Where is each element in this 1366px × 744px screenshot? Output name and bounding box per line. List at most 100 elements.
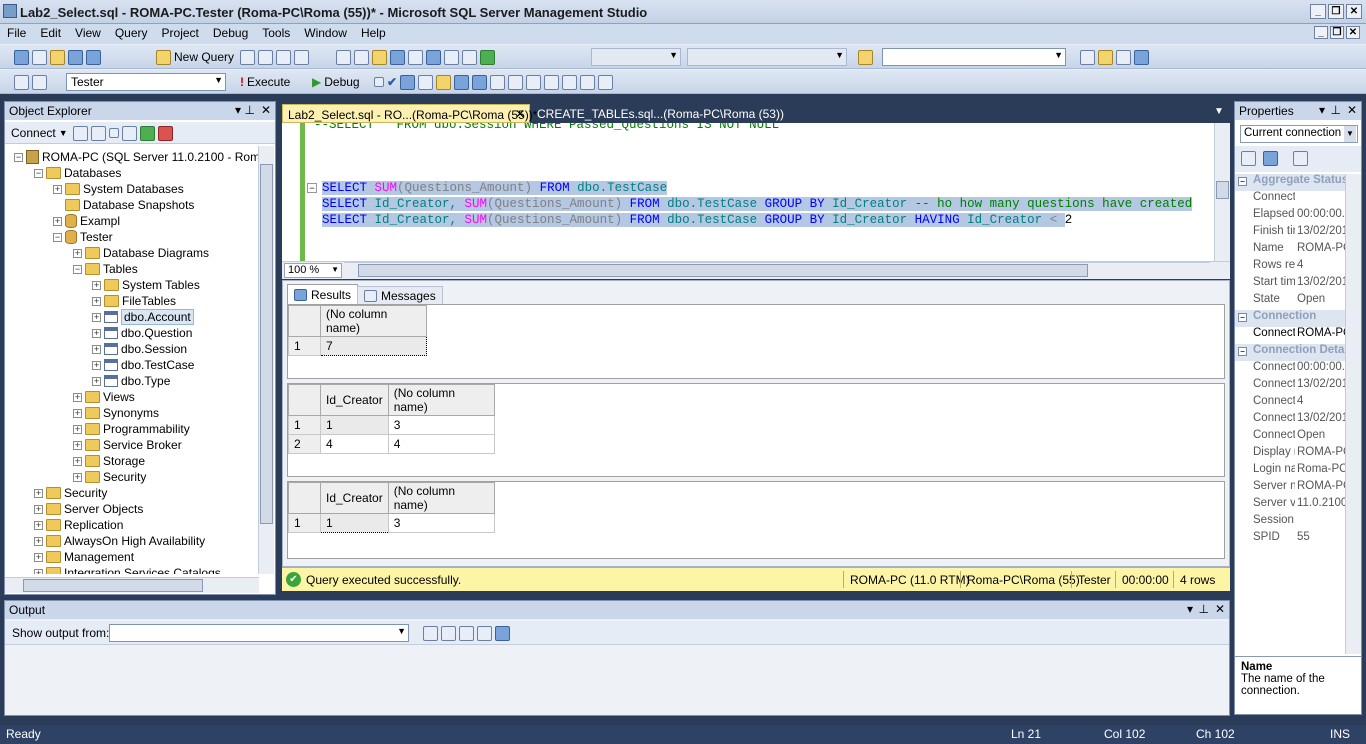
menu-query[interactable]: Query [108, 24, 155, 40]
property-row[interactable]: ConnectROMA-PC (R [1235, 327, 1355, 344]
oe-horizontal-scrollbar[interactable] [5, 577, 259, 593]
menu-file[interactable]: File [0, 24, 33, 40]
tree-node-dbo-account[interactable]: + dbo.Account [92, 309, 194, 325]
parse-check-icon[interactable]: ✔ [387, 75, 397, 89]
table-row[interactable]: 244 [288, 434, 495, 454]
tree-node-synonyms[interactable]: + Synonyms [73, 405, 159, 421]
table-row[interactable]: 113 [288, 513, 495, 533]
column-header[interactable]: (No column name) [387, 482, 495, 514]
editor-horizontal-scrollbar[interactable] [344, 262, 1210, 279]
zoom-combo[interactable]: 100 % ▼ [284, 263, 342, 278]
analysis-xmla-icon[interactable] [294, 49, 309, 65]
tree-node-database-diagrams[interactable]: + Database Diagrams [73, 245, 209, 261]
cut-icon[interactable] [336, 49, 351, 65]
navigate-backward-icon[interactable] [426, 49, 441, 65]
mdi-close-button[interactable]: ✕ [1346, 26, 1360, 39]
result-grid-3[interactable]: Id_Creator (No column name) 113 [287, 481, 1225, 559]
oe-connect-button[interactable]: Connect ▼ [11, 125, 68, 141]
tree-node-alwayson[interactable]: + AlwaysOn High Availability [34, 533, 205, 549]
props-close-icon[interactable]: ✕ [1347, 103, 1357, 117]
restore-button[interactable]: ❐ [1328, 4, 1344, 19]
grid-corner[interactable] [288, 305, 321, 337]
oe-close-icon[interactable]: ✕ [261, 103, 271, 117]
db-engine-query-icon[interactable] [240, 49, 255, 65]
tab-create-tables[interactable]: CREATE_TABLEs.sql...(Roma-PC\Roma (53)) [532, 104, 789, 123]
tree-node-tables[interactable]: − Tables [73, 261, 138, 277]
oe-disconnect-icon[interactable] [91, 125, 106, 141]
menu-edit[interactable]: Edit [33, 24, 68, 40]
tree-node-db-security[interactable]: + Security [73, 469, 146, 485]
clear-all-icon[interactable] [477, 625, 492, 641]
props-dropdown-icon[interactable]: ▾ [1319, 103, 1325, 117]
tree-node-storage[interactable]: + Storage [73, 453, 145, 469]
menu-project[interactable]: Project [155, 24, 206, 40]
change-connection-icon[interactable] [32, 74, 47, 90]
uncomment-icon[interactable] [544, 74, 560, 90]
property-row[interactable]: Connect 4 [1235, 395, 1355, 412]
menu-window[interactable]: Window [297, 24, 354, 40]
registered-servers-icon[interactable] [1080, 49, 1095, 65]
property-row[interactable]: Session T [1235, 514, 1355, 531]
tab-close-icon[interactable]: ✕ [515, 107, 525, 121]
tree-node-tester[interactable]: − Tester [53, 229, 113, 245]
decrease-indent-icon[interactable] [562, 74, 578, 90]
property-row[interactable]: Server n ROMA-PC [1235, 480, 1355, 497]
copy-icon[interactable] [354, 49, 369, 65]
tree-node-dbo-question[interactable]: + dbo.Question [92, 325, 192, 341]
column-header[interactable]: (No column name) [320, 305, 427, 337]
tree-node-replication[interactable]: + Replication [34, 517, 123, 533]
column-header[interactable]: (No column name) [387, 384, 495, 416]
oe-dropdown-icon[interactable]: ▾ [235, 103, 241, 117]
open-file-icon[interactable] [50, 49, 65, 65]
solution-explorer-icon[interactable] [462, 49, 477, 65]
category-aggregate-status[interactable]: − Aggregate Status [1235, 174, 1355, 191]
output-text-area[interactable] [5, 646, 1229, 715]
close-window-button[interactable]: ✕ [1346, 4, 1362, 19]
execute-button[interactable]: ! Execute [240, 74, 290, 90]
redo-icon[interactable] [408, 49, 423, 65]
mdi-restore-button[interactable]: ❐ [1330, 26, 1344, 39]
tabs-dropdown-icon[interactable]: ▼ [1214, 106, 1224, 117]
properties-object-combo[interactable]: Current connection p ▼ [1240, 125, 1358, 143]
save-all-icon[interactable] [86, 49, 101, 65]
outline-collapse-icon[interactable]: − [307, 183, 317, 193]
mdi-minimize-button[interactable]: _ [1314, 26, 1328, 39]
messages-tab[interactable]: Messages [357, 286, 443, 304]
tree-node-server[interactable]: − ROMA-PC (SQL Server 11.0.2100 - Roma-P [14, 149, 259, 165]
increase-indent-icon[interactable] [580, 74, 596, 90]
minimize-button[interactable]: _ [1310, 4, 1326, 19]
oe-activity-monitor-icon[interactable] [158, 125, 173, 141]
property-row[interactable]: Connect Open [1235, 429, 1355, 446]
tree-node-dbo-testcase[interactable]: + dbo.TestCase [92, 357, 194, 373]
tab-lab2-select[interactable]: Lab2_Select.sql - RO...(Roma-PC\Roma (55… [282, 104, 537, 123]
window-layout-icon[interactable] [1134, 49, 1149, 65]
analysis-mdx-icon[interactable] [258, 49, 273, 65]
results-to-grid-icon[interactable] [436, 74, 452, 90]
output-dropdown-icon[interactable]: ▾ [1187, 602, 1193, 616]
paste-icon[interactable] [372, 49, 387, 65]
menu-view[interactable]: View [68, 24, 108, 40]
tree-node-service-broker[interactable]: + Service Broker [73, 437, 182, 453]
alphabetical-icon[interactable] [1263, 151, 1278, 166]
cancel-query-icon[interactable] [374, 77, 384, 87]
sql-editor[interactable]: --SELECT * FROM dbo.Session WHERE Passed… [282, 123, 1230, 261]
results-tab[interactable]: Results [287, 284, 359, 304]
output-pin-icon[interactable]: ⊥ [1199, 602, 1209, 616]
tree-node-server-objects[interactable]: + Server Objects [34, 501, 143, 517]
connect-icon[interactable] [14, 74, 29, 90]
tree-node-databases[interactable]: − Databases [34, 165, 121, 181]
find-combo[interactable]: ▼ [882, 48, 1066, 66]
props-pin-icon[interactable]: ⊥ [1331, 103, 1341, 117]
column-header[interactable]: Id_Creator [320, 384, 389, 416]
specify-values-icon[interactable] [598, 74, 614, 90]
tree-node-dbo-session[interactable]: + dbo.Session [92, 341, 187, 357]
category-connection-details[interactable]: − Connection Details [1235, 344, 1355, 361]
display-plan-icon[interactable] [400, 74, 416, 90]
solution-platform-combo[interactable]: ▼ [687, 48, 847, 66]
menu-tools[interactable]: Tools [255, 24, 297, 40]
go-to-location-icon[interactable] [423, 625, 438, 641]
property-row[interactable]: Display nROMA-PC [1235, 446, 1355, 463]
tree-node-exampl[interactable]: + Exampl [53, 213, 120, 229]
find-in-files-icon[interactable] [858, 49, 873, 65]
grid-corner[interactable] [288, 482, 321, 514]
